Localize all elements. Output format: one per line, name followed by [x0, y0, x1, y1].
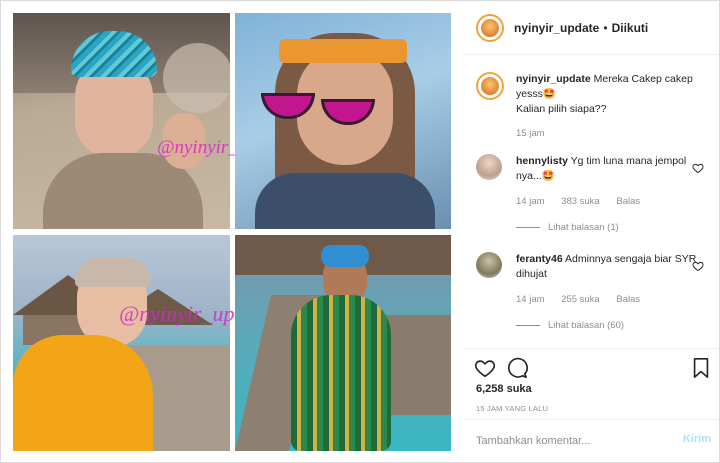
comment-icon[interactable]	[506, 357, 528, 379]
post-media-collage[interactable]: @nyinyir_update @nyinyir_update	[1, 1, 463, 462]
heart-icon[interactable]	[692, 162, 704, 174]
comment-meta: 14 jam 383 suka Balas	[516, 196, 654, 207]
post-header: nyinyir_update • Diikuti	[464, 1, 719, 55]
add-comment-bar: Kirim	[464, 419, 719, 462]
photo-top-right	[235, 13, 451, 229]
comment-meta: 14 jam 255 suka Balas	[516, 294, 654, 305]
caption-meta: 15 jam	[516, 128, 559, 139]
following-button[interactable]: Diikuti	[612, 21, 649, 35]
reply-button[interactable]: Balas	[616, 294, 640, 305]
caption-time: 15 jam	[516, 128, 545, 139]
comments-section: nyinyir_update Mereka Cakep cakep yesss🤩…	[464, 56, 719, 348]
comment-time: 14 jam	[516, 196, 545, 207]
avatar[interactable]	[476, 154, 502, 180]
caption-body: nyinyir_update Mereka Cakep cakep yesss🤩…	[516, 72, 706, 117]
comment-body: feranty46 Adminnya sengaja biar SYR dihu…	[516, 252, 706, 282]
view-replies-link[interactable]: Lihat balasan (1)	[516, 222, 619, 233]
comment-item: feranty46 Adminnya sengaja biar SYR dihu…	[476, 252, 712, 336]
comment-likes[interactable]: 383 suka	[561, 196, 600, 207]
post-comment-button[interactable]: Kirim	[683, 433, 711, 445]
comment-time: 14 jam	[516, 294, 545, 305]
photo-bottom-right	[235, 235, 451, 451]
photo-bottom-left	[13, 235, 230, 451]
caption: nyinyir_update Mereka Cakep cakep yesss🤩…	[476, 72, 712, 142]
comment-item: hennylisty Yg tim luna mana jempol nya..…	[476, 154, 712, 238]
separator-dot: •	[603, 20, 608, 35]
view-replies-link[interactable]: Lihat balasan (60)	[516, 320, 624, 331]
avatar[interactable]	[476, 252, 502, 278]
likes-count[interactable]: 6,258 suka	[476, 383, 532, 395]
bookmark-icon[interactable]	[690, 357, 712, 379]
post-side-panel: nyinyir_update • Diikuti nyinyir_update …	[464, 1, 719, 462]
comment-likes[interactable]: 255 suka	[561, 294, 600, 305]
avatar[interactable]	[476, 72, 504, 100]
view-replies-label: Lihat balasan (60)	[548, 320, 625, 331]
comment-body: hennylisty Yg tim luna mana jempol nya..…	[516, 154, 706, 184]
divider	[516, 325, 540, 326]
comment-username[interactable]: hennylisty	[516, 155, 568, 167]
caption-text: Kalian pilih siapa??	[516, 103, 607, 115]
avatar[interactable]	[476, 13, 504, 42]
heart-icon[interactable]	[474, 357, 496, 379]
comment-input[interactable]	[476, 432, 666, 450]
instagram-post: @nyinyir_update @nyinyir_update nyinyir_…	[0, 0, 720, 463]
reply-button[interactable]: Balas	[616, 196, 640, 207]
comment-username[interactable]: feranty46	[516, 253, 563, 265]
divider	[516, 227, 540, 228]
photo-top-left	[13, 13, 230, 229]
view-replies-label: Lihat balasan (1)	[548, 222, 619, 233]
post-actions: 6,258 suka 15 JAM YANG LALU	[464, 348, 719, 418]
post-timestamp: 15 JAM YANG LALU	[476, 404, 549, 413]
heart-icon[interactable]	[692, 260, 704, 272]
username-link[interactable]: nyinyir_update	[514, 21, 599, 35]
caption-username[interactable]: nyinyir_update	[516, 73, 591, 85]
